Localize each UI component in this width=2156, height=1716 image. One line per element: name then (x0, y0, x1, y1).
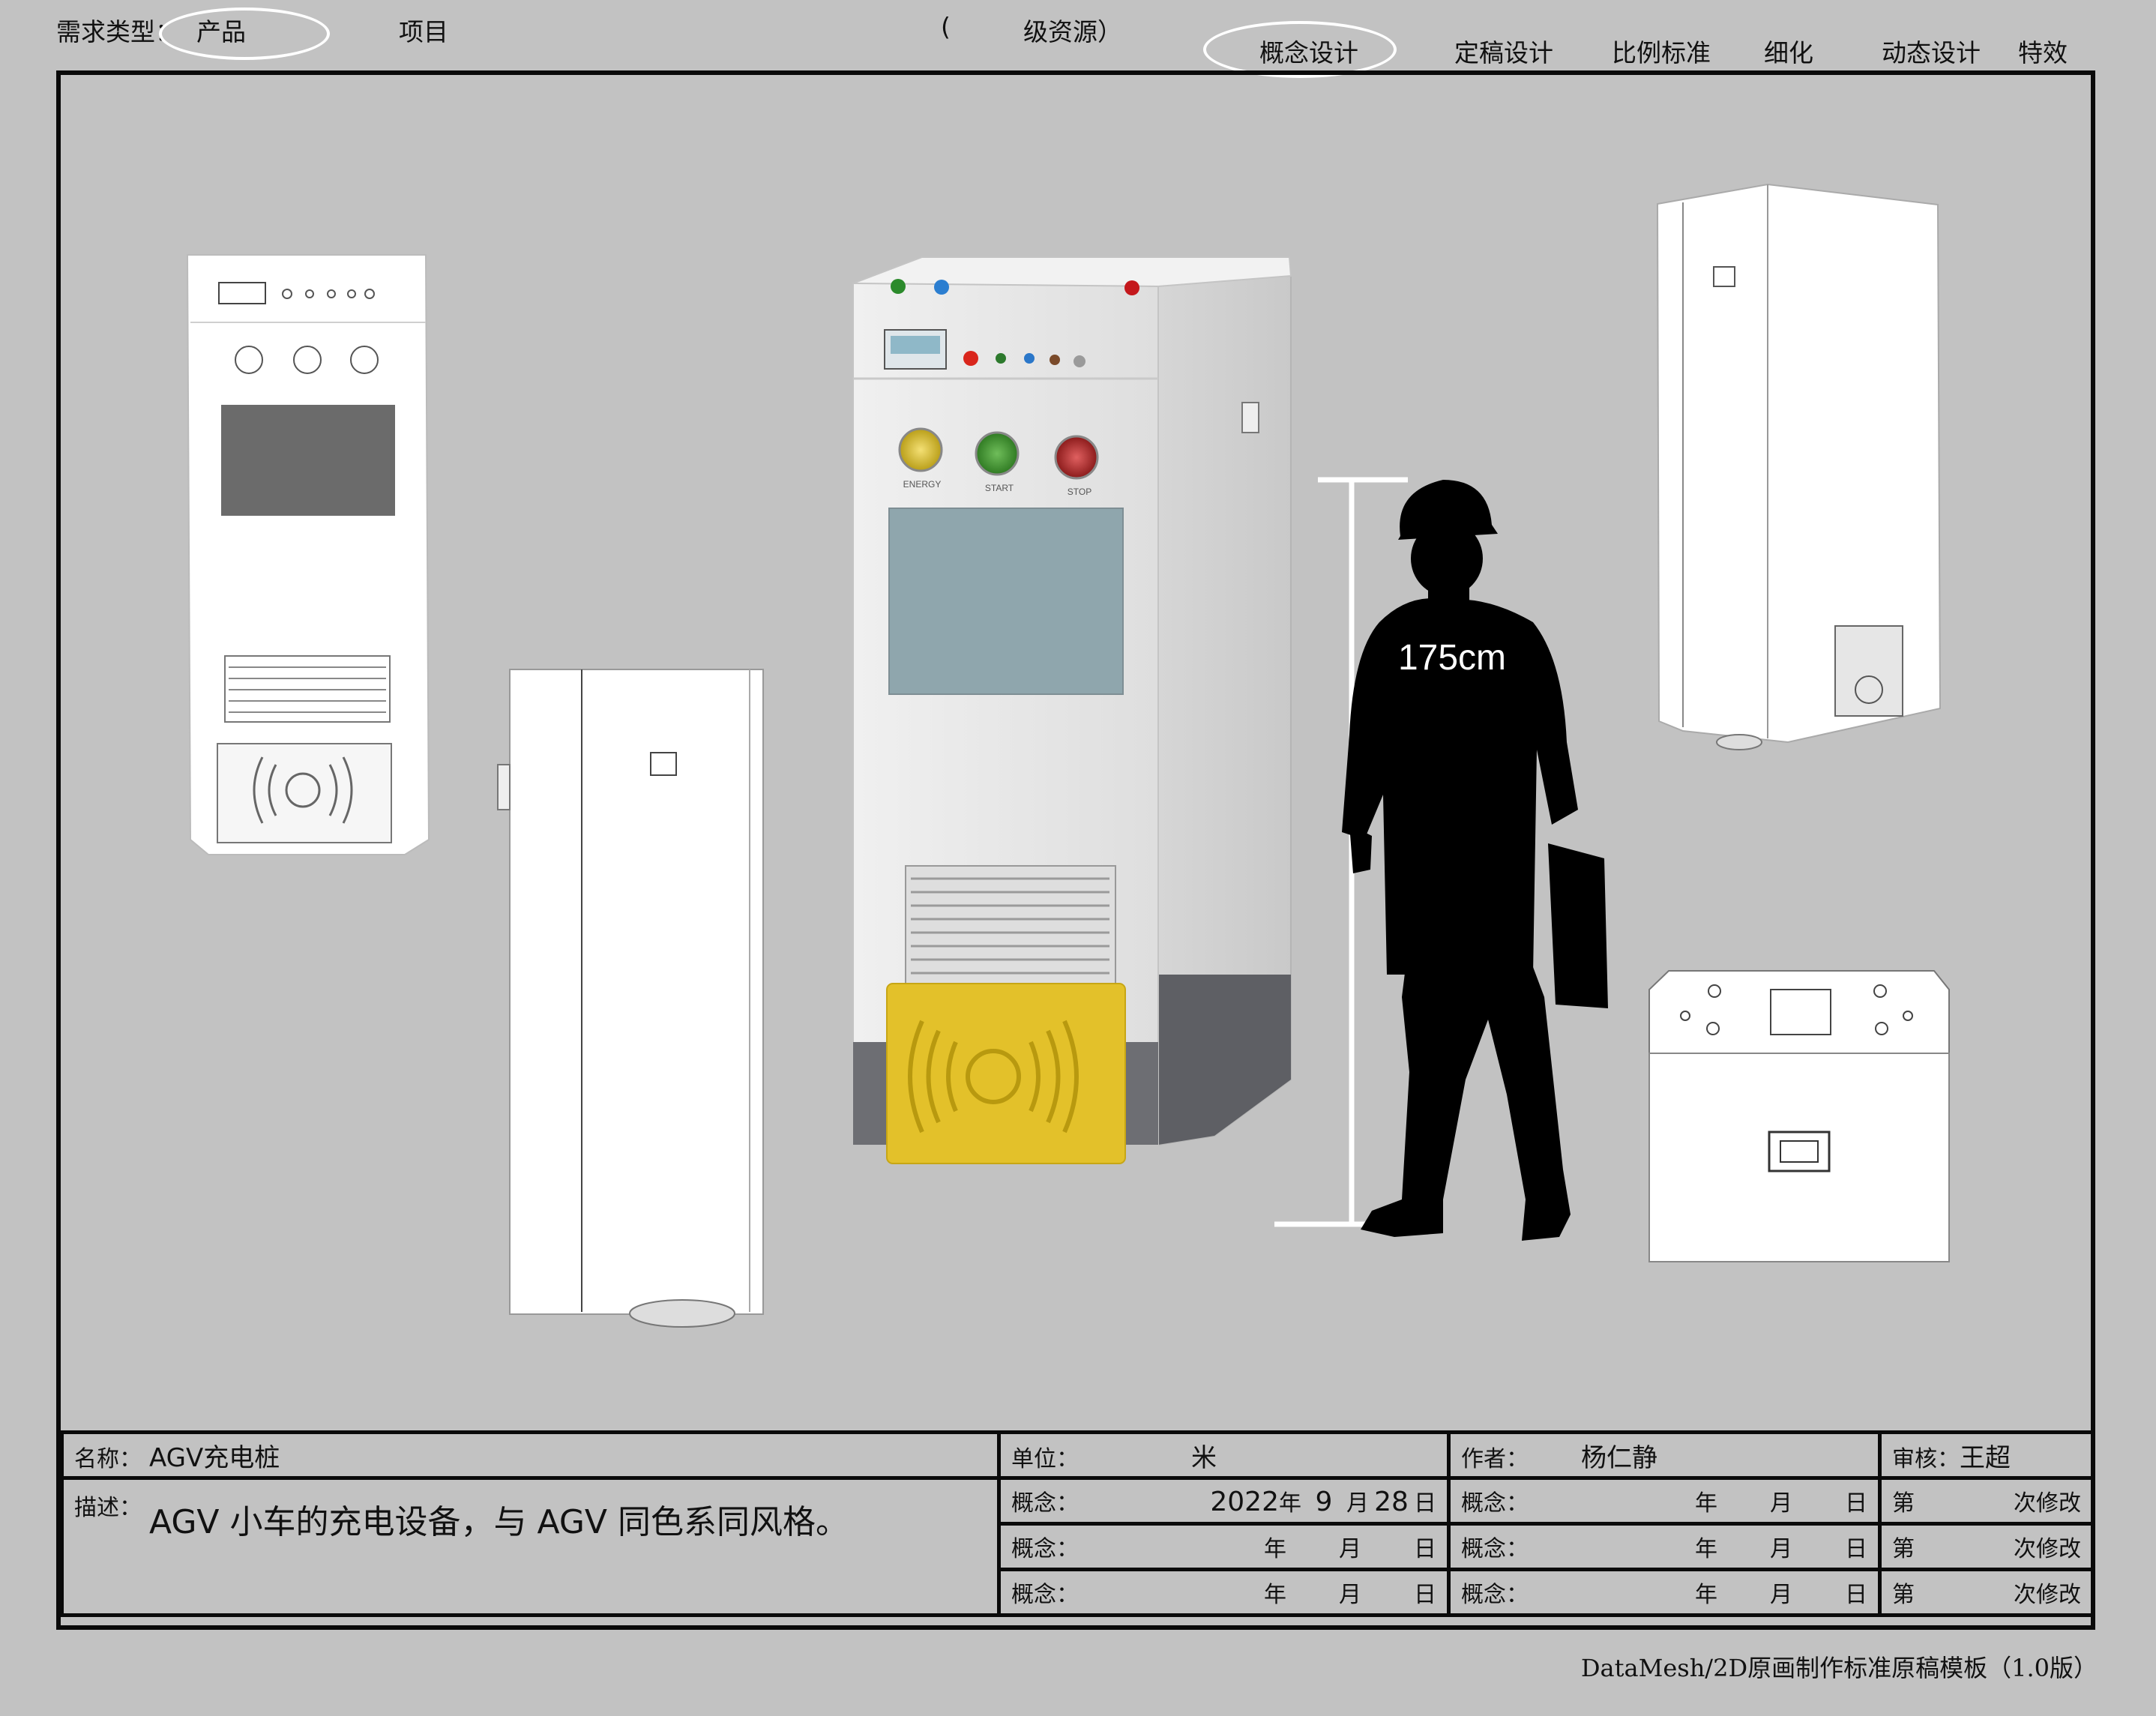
name-cell: 名称： AGV充电桩 (60, 1430, 1001, 1480)
day-char: 日 (1414, 1536, 1436, 1562)
concept-label: 概念： (1461, 1582, 1529, 1608)
concept-month: 9 (1315, 1487, 1333, 1517)
year-char: 年 (1695, 1536, 1717, 1562)
start-button-label: START (985, 483, 1014, 493)
concept-date-cell-4: 概念： 年 月 日 (1447, 1522, 1882, 1571)
month-char: 月 (1770, 1490, 1792, 1517)
review-value: 王超 (1960, 1442, 2011, 1473)
revision-suffix: 次修改 (2014, 1490, 2081, 1517)
month-char: 月 (1770, 1582, 1792, 1608)
month-char: 月 (1339, 1536, 1361, 1562)
concept-label: 概念： (1011, 1490, 1079, 1517)
unit-value: 米 (1191, 1442, 1217, 1473)
title-block-table: 名称： AGV充电桩 单位： 米 作者： 杨仁静 审核：王超 描述： AGV 小车的充电… (60, 1430, 2095, 1617)
energy-button-label: ENERGY (903, 479, 942, 490)
stop-button-label: STOP (1068, 487, 1091, 497)
year-char: 年 (1264, 1536, 1286, 1562)
author-value: 杨仁静 (1581, 1442, 1657, 1473)
year-char: 年 (1279, 1490, 1301, 1517)
description-cell: 描述： AGV 小车的充电设备，与 AGV 同色系同风格。 (60, 1476, 1001, 1617)
concept-day: 28 (1374, 1487, 1409, 1517)
concept-date-cell-2: 概念： 年 月 日 (1447, 1476, 1882, 1526)
day-char: 日 (1845, 1490, 1867, 1517)
name-label: 名称： (74, 1445, 142, 1472)
person-silhouette (1342, 480, 1608, 1241)
concept-date-cell-1: 概念： 2022 年 9 月 28 日 (997, 1476, 1451, 1526)
concept-label: 概念： (1461, 1536, 1529, 1562)
concept-label: 概念： (1011, 1582, 1079, 1608)
author-cell: 作者： 杨仁静 (1447, 1430, 1882, 1480)
concept-label: 概念： (1011, 1536, 1079, 1562)
concept-date-cell-6: 概念： 年 月 日 (1447, 1568, 1882, 1617)
revision-prefix: 第 (1892, 1582, 1915, 1608)
month-char: 月 (1346, 1490, 1369, 1517)
day-char: 日 (1845, 1536, 1867, 1562)
month-char: 月 (1770, 1536, 1792, 1562)
unit-cell: 单位： 米 (997, 1430, 1451, 1480)
day-char: 日 (1845, 1582, 1867, 1608)
side-view-sketch (497, 669, 764, 1328)
unit-label: 单位： (1011, 1445, 1079, 1472)
author-label: 作者： (1461, 1445, 1529, 1472)
revision-suffix: 次修改 (2014, 1582, 2081, 1608)
front-view-sketch (186, 254, 430, 855)
day-char: 日 (1414, 1490, 1436, 1517)
illustration-canvas: ENERGY START STOP 175cm (186, 183, 1950, 1328)
concept-date-cell-5: 概念： 年 月 日 (997, 1568, 1451, 1617)
revision-prefix: 第 (1892, 1536, 1915, 1562)
revision-cell-1: 第 次修改 (1878, 1476, 2095, 1526)
year-char: 年 (1695, 1582, 1717, 1608)
description-label: 描述： (74, 1495, 142, 1521)
month-char: 月 (1339, 1582, 1361, 1608)
description-value: AGV 小车的充电设备，与 AGV 同色系同风格。 (149, 1503, 849, 1541)
name-value: AGV充电桩 (149, 1442, 280, 1473)
concept-year: 2022 (1210, 1487, 1279, 1517)
day-char: 日 (1414, 1582, 1436, 1608)
concept-date-cell-3: 概念： 年 月 日 (997, 1522, 1451, 1571)
revision-prefix: 第 (1892, 1490, 1915, 1517)
back-view-sketch (1656, 183, 1942, 750)
review-cell: 审核：王超 (1878, 1430, 2095, 1480)
charging-pile-model: ENERGY START STOP (852, 256, 1292, 1164)
year-char: 年 (1695, 1490, 1717, 1517)
revision-cell-3: 第 次修改 (1878, 1568, 2095, 1617)
revision-suffix: 次修改 (2014, 1536, 2081, 1562)
concept-label: 概念： (1461, 1490, 1529, 1517)
template-footer: DataMesh/2D原画制作标准原稿模板（1.0版） (1580, 1654, 2098, 1682)
review-label: 审核： (1892, 1445, 1960, 1472)
year-char: 年 (1264, 1582, 1286, 1608)
top-view-sketch (1648, 970, 1950, 1262)
revision-cell-2: 第 次修改 (1878, 1522, 2095, 1571)
height-label: 175cm (1398, 638, 1506, 678)
